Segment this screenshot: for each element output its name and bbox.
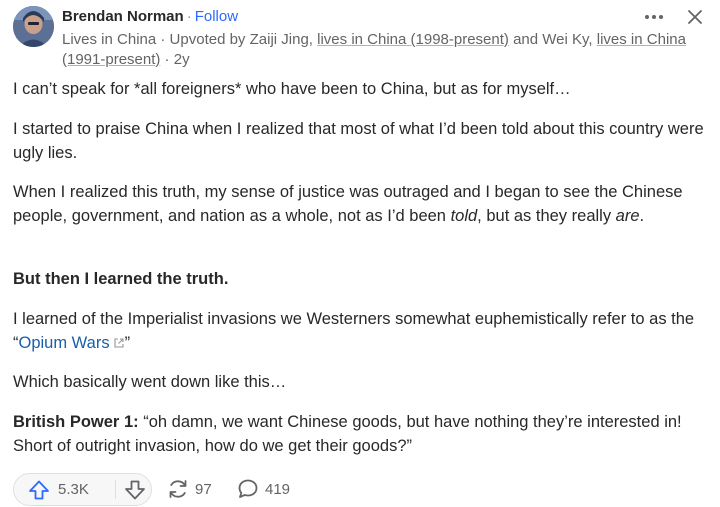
paragraph: I can’t speak for *all foreigners* who h… <box>13 80 571 98</box>
more-dot <box>659 15 663 19</box>
upvote-button[interactable]: 5.3K <box>14 474 114 505</box>
separator-comma: , <box>588 31 597 48</box>
separator-comma: , <box>308 31 318 48</box>
author-line: Brendan Norman · Follow <box>62 8 238 26</box>
answer-header: Brendan Norman · Follow Lives in China · U… <box>0 0 720 70</box>
share-count: 97 <box>195 480 212 498</box>
upvoter-name[interactable]: Zaiji Jing <box>250 31 309 48</box>
upvoter-name[interactable]: Wei Ky <box>542 31 588 48</box>
opium-wars-link[interactable]: Opium Wars <box>19 334 125 352</box>
comment-count: 419 <box>265 480 291 498</box>
more-dot <box>652 15 656 19</box>
vote-control: 5.3K <box>13 473 152 506</box>
share-button[interactable]: 97 <box>166 477 212 501</box>
paragraph-text: , but as they really <box>477 206 616 225</box>
credential-prefix: Lives in China · Upvoted by <box>62 31 250 48</box>
more-options-button[interactable] <box>640 6 668 28</box>
follow-button[interactable]: Follow <box>195 8 238 25</box>
comment-icon <box>238 479 258 498</box>
avatar[interactable] <box>13 6 54 47</box>
downvote-button[interactable] <box>118 474 151 505</box>
upvote-count: 5.3K <box>58 481 89 498</box>
avatar-photo-icon <box>13 6 54 47</box>
link-text: Opium Wars <box>18 333 110 352</box>
and-text: and <box>508 31 543 48</box>
paragraph: British Power 1: “oh damn, we want Chine… <box>13 411 708 458</box>
emphasis-text: are <box>615 206 640 225</box>
paragraph: I learned of the Imperialist invasions w… <box>13 308 708 355</box>
separator-dot: · <box>186 8 192 25</box>
upvote-arrow-icon <box>29 480 49 499</box>
comment-button[interactable]: 419 <box>236 477 290 501</box>
external-link-icon <box>114 337 124 348</box>
vote-divider <box>115 480 116 499</box>
upvoter-credential[interactable]: lives in China (1998-present) <box>317 31 509 48</box>
paragraph-text: ” <box>124 333 131 352</box>
author-credentials: Lives in China · Upvoted by Zaiji Jing, … <box>62 30 702 70</box>
more-dot <box>645 15 649 19</box>
share-icon <box>169 480 187 498</box>
speaker-label: British Power 1: <box>13 413 139 431</box>
bold-paragraph: But then I learned the truth. <box>13 270 229 288</box>
paragraph: I started to praise China when I realize… <box>13 120 704 162</box>
paragraph: When I realized this truth, my sense of … <box>13 181 708 228</box>
close-button[interactable] <box>683 6 707 28</box>
close-icon <box>688 10 702 24</box>
paragraph: Which basically went down like this… <box>13 373 287 391</box>
answer-age: · 2y <box>160 51 190 68</box>
author-name[interactable]: Brendan Norman <box>62 8 184 25</box>
action-bar: 5.3K 97 419 <box>0 466 720 507</box>
emphasis-text: told <box>450 206 478 225</box>
paragraph-text: . <box>639 206 645 225</box>
downvote-arrow-icon <box>124 480 145 499</box>
